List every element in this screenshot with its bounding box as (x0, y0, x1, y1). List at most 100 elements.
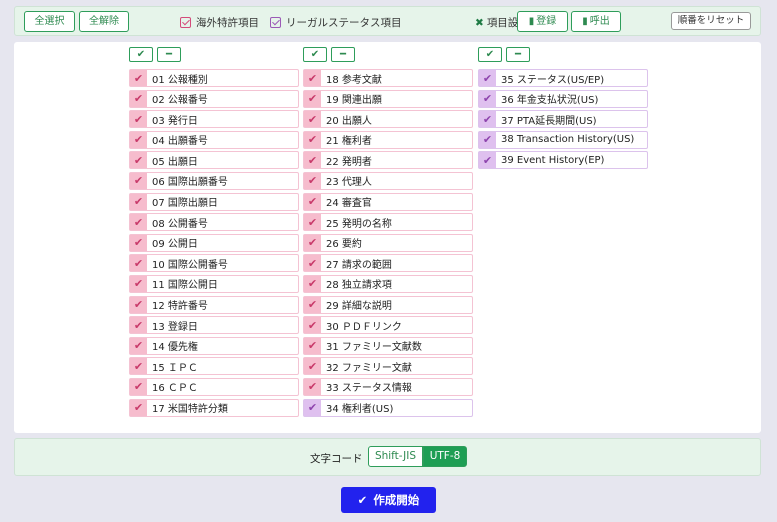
uncheck-all-button[interactable]: ━ (331, 47, 355, 62)
field-item[interactable]: ✔ 01 公報種別 (129, 69, 299, 87)
checkmark-icon[interactable]: ✔ (130, 317, 147, 334)
field-item[interactable]: ✔ 22 発明者 (303, 151, 473, 170)
checkmark-icon[interactable]: ✔ (130, 358, 147, 375)
field-item-label: 19 関連出願 (326, 95, 382, 107)
checkmark-icon[interactable]: ✔ (130, 193, 147, 210)
checkbox-icon[interactable] (270, 17, 281, 28)
field-item[interactable]: ✔ 34 権利者(US) (303, 398, 473, 417)
field-item[interactable]: ✔ 20 出願人 (303, 110, 473, 129)
field-item[interactable]: ✔ 15 ＩＰＣ (129, 357, 299, 376)
field-item[interactable]: ✔ 11 国際公開日 (129, 274, 299, 293)
checkmark-icon[interactable]: ✔ (304, 399, 321, 416)
field-item[interactable]: ✔ 29 詳細な説明 (303, 295, 473, 314)
field-item[interactable]: ✔ 23 代理人 (303, 171, 473, 190)
recall-button[interactable]: ▮ 呼出 (571, 11, 621, 32)
checkmark-icon[interactable]: ✔ (130, 275, 147, 292)
legal-status-filter[interactable]: リーガルステータス項目 (270, 15, 402, 30)
checkmark-icon[interactable]: ✔ (304, 193, 321, 210)
field-item[interactable]: ✔ 38 Transaction History(US) (478, 130, 648, 149)
field-item[interactable]: ✔ 07 国際出願日 (129, 192, 299, 211)
field-item[interactable]: ✔ 36 年金支払状況(US) (478, 89, 648, 108)
field-item[interactable]: ✔ 05 出願日 (129, 151, 299, 170)
checkmark-icon[interactable]: ✔ (130, 234, 147, 251)
checkmark-icon[interactable]: ✔ (304, 317, 321, 334)
checkmark-icon[interactable]: ✔ (479, 152, 496, 169)
field-item[interactable]: ✔ 13 登録日 (129, 316, 299, 335)
checkmark-icon[interactable]: ✔ (304, 296, 321, 313)
checkmark-icon[interactable]: ✔ (130, 399, 147, 416)
start-creation-button[interactable]: ✔ 作成開始 (341, 487, 436, 513)
field-item[interactable]: ✔ 09 公開日 (129, 233, 299, 252)
field-item[interactable]: ✔ 04 出願番号 (129, 130, 299, 149)
checkmark-icon[interactable]: ✔ (130, 378, 147, 395)
field-item-label: 35 ステータス(US/EP) (501, 74, 605, 86)
foreign-patent-filter[interactable]: 海外特許項目 (180, 15, 259, 30)
legal-status-label: リーガルステータス項目 (286, 17, 402, 29)
field-item[interactable]: ✔ 03 発行日 (129, 110, 299, 129)
select-all-button[interactable]: 全選択 (24, 11, 75, 32)
checkmark-icon[interactable]: ✔ (304, 378, 321, 395)
field-item[interactable]: ✔ 28 独立請求項 (303, 274, 473, 293)
checkmark-icon[interactable]: ✔ (130, 337, 147, 354)
checkmark-icon[interactable]: ✔ (130, 255, 147, 272)
checkmark-icon[interactable]: ✔ (130, 131, 147, 148)
field-item[interactable]: ✔ 08 公開番号 (129, 213, 299, 232)
field-item[interactable]: ✔ 26 要約 (303, 233, 473, 252)
deselect-all-button[interactable]: 全解除 (79, 11, 129, 32)
field-item[interactable]: ✔ 17 米国特許分類 (129, 398, 299, 417)
checkmark-icon[interactable]: ✔ (130, 172, 147, 189)
field-item[interactable]: ✔ 19 関連出願 (303, 89, 473, 108)
checkmark-icon[interactable]: ✔ (304, 90, 321, 107)
check-all-button[interactable]: ✔ (478, 47, 502, 62)
checkmark-icon[interactable]: ✔ (479, 131, 496, 148)
checkmark-icon[interactable]: ✔ (479, 90, 496, 107)
field-item[interactable]: ✔ 02 公報番号 (129, 89, 299, 108)
field-item[interactable]: ✔ 35 ステータス(US/EP) (478, 69, 648, 87)
field-item[interactable]: ✔ 21 権利者 (303, 130, 473, 149)
checkmark-icon[interactable]: ✔ (304, 70, 321, 86)
checkmark-icon[interactable]: ✔ (304, 255, 321, 272)
encoding-shift-jis-button[interactable]: Shift-JIS (368, 446, 423, 467)
field-item[interactable]: ✔ 37 PTA延長期間(US) (478, 110, 648, 129)
field-item[interactable]: ✔ 31 ファミリー文献数 (303, 336, 473, 355)
checkmark-icon[interactable]: ✔ (304, 358, 321, 375)
field-item[interactable]: ✔ 06 国際出願番号 (129, 171, 299, 190)
field-item[interactable]: ✔ 16 ＣＰＣ (129, 377, 299, 396)
checkmark-icon[interactable]: ✔ (304, 214, 321, 231)
checkmark-icon[interactable]: ✔ (304, 234, 321, 251)
checkmark-icon[interactable]: ✔ (304, 111, 321, 128)
checkmark-icon[interactable]: ✔ (304, 152, 321, 169)
field-item[interactable]: ✔ 25 発明の名称 (303, 213, 473, 232)
field-item[interactable]: ✔ 10 国際公開番号 (129, 254, 299, 273)
checkmark-icon[interactable]: ✔ (130, 90, 147, 107)
checkmark-icon[interactable]: ✔ (130, 214, 147, 231)
field-item[interactable]: ✔ 14 優先権 (129, 336, 299, 355)
field-item[interactable]: ✔ 27 請求の範囲 (303, 254, 473, 273)
checkmark-icon[interactable]: ✔ (304, 337, 321, 354)
field-item-label: 12 特許番号 (152, 301, 208, 313)
register-button[interactable]: ▮ 登録 (517, 11, 568, 32)
checkmark-icon[interactable]: ✔ (479, 111, 496, 128)
uncheck-all-button[interactable]: ━ (506, 47, 530, 62)
checkmark-icon[interactable]: ✔ (304, 172, 321, 189)
check-all-button[interactable]: ✔ (303, 47, 327, 62)
field-item[interactable]: ✔ 30 ＰＤＦリンク (303, 316, 473, 335)
checkbox-icon[interactable] (180, 17, 191, 28)
check-all-button[interactable]: ✔ (129, 47, 153, 62)
reset-order-button[interactable]: 順番をリセット (671, 12, 751, 30)
checkmark-icon[interactable]: ✔ (130, 296, 147, 313)
field-item[interactable]: ✔ 32 ファミリー文献 (303, 357, 473, 376)
field-item[interactable]: ✔ 33 ステータス情報 (303, 377, 473, 396)
field-item[interactable]: ✔ 18 参考文献 (303, 69, 473, 87)
checkmark-icon[interactable]: ✔ (304, 275, 321, 292)
field-item[interactable]: ✔ 39 Event History(EP) (478, 151, 648, 170)
uncheck-all-button[interactable]: ━ (157, 47, 181, 62)
checkmark-icon[interactable]: ✔ (130, 70, 147, 86)
checkmark-icon[interactable]: ✔ (479, 70, 496, 86)
checkmark-icon[interactable]: ✔ (130, 152, 147, 169)
field-item[interactable]: ✔ 12 特許番号 (129, 295, 299, 314)
field-item[interactable]: ✔ 24 審査官 (303, 192, 473, 211)
encoding-utf8-button[interactable]: UTF-8 (423, 446, 467, 467)
checkmark-icon[interactable]: ✔ (304, 131, 321, 148)
checkmark-icon[interactable]: ✔ (130, 111, 147, 128)
